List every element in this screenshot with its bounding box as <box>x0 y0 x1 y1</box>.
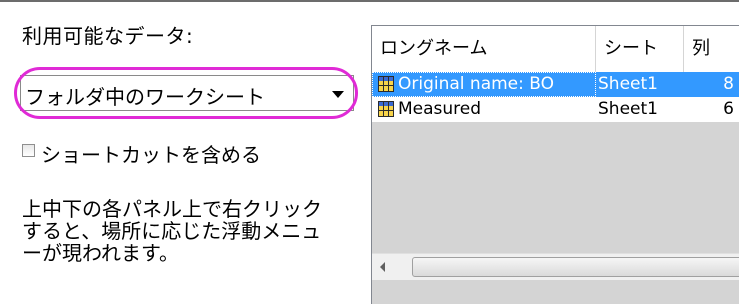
chevron-down-icon[interactable] <box>332 91 344 98</box>
worksheet-list: ロングネーム シート 列 Original name: BO Sheet1 8 … <box>371 25 739 304</box>
scroll-left-button[interactable] <box>372 254 398 280</box>
column-header-sheet[interactable]: シート <box>596 26 684 72</box>
cell-long-name: Measured <box>398 99 482 119</box>
available-data-label: 利用可能なデータ: <box>22 24 194 48</box>
cell-columns: 6 <box>723 99 734 119</box>
table-body: Original name: BO Sheet1 8 Measured Shee… <box>372 72 739 122</box>
include-shortcuts-checkbox[interactable] <box>22 144 35 157</box>
cell-columns: 8 <box>723 74 734 94</box>
help-line: すると、場所に応じた浮動メニュ <box>22 219 322 243</box>
cell-sheet: Sheet1 <box>598 99 658 119</box>
column-header-columns[interactable]: 列 <box>684 26 739 72</box>
table-row[interactable]: Measured Sheet1 6 <box>372 97 739 122</box>
help-line: 上中下の各パネル上で右クリック <box>22 197 322 221</box>
arrow-left-icon <box>380 262 385 272</box>
data-source-dropdown[interactable]: フォルダ中のワークシート <box>20 75 354 111</box>
cell-long-name: Original name: BO <box>372 72 596 97</box>
help-text: 上中下の各パネル上で右クリック すると、場所に応じた浮動メニュ ーが現われます。 <box>22 198 367 264</box>
column-header-row: ロングネーム シート 列 <box>372 26 739 73</box>
left-panel: 利用可能なデータ: フォルダ中のワークシート ショートカットを含める 上中下の各… <box>0 2 370 304</box>
horizontal-scrollbar[interactable] <box>372 253 739 280</box>
include-shortcuts-label[interactable]: ショートカットを含める <box>41 139 261 168</box>
scroll-thumb[interactable] <box>412 257 739 277</box>
table-row[interactable]: Original name: BO Sheet1 8 <box>372 72 739 97</box>
help-line: ーが現われます。 <box>22 241 179 265</box>
column-header-long-name[interactable]: ロングネーム <box>372 26 596 72</box>
dropdown-selected-value: フォルダ中のワークシート <box>25 85 265 109</box>
cell-sheet: Sheet1 <box>598 74 658 94</box>
